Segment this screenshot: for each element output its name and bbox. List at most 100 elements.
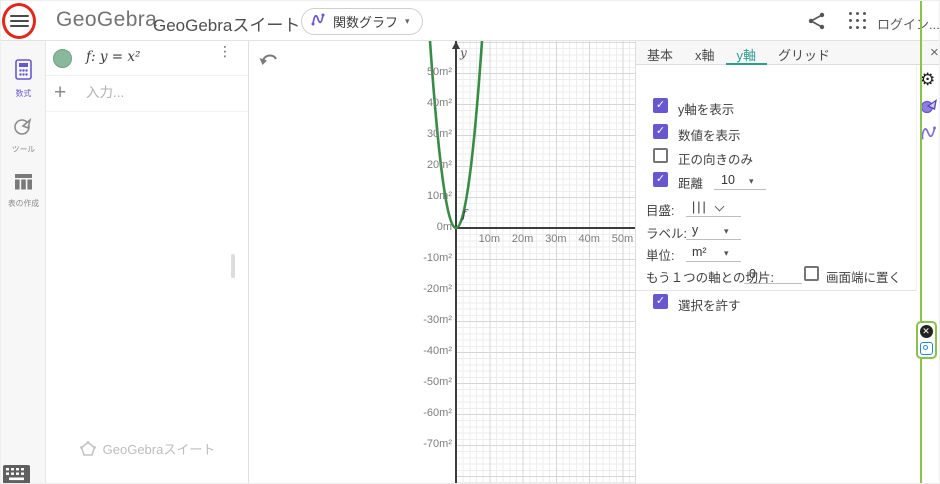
keyboard-toggle-button[interactable]: [3, 465, 33, 484]
tab-x軸[interactable]: x軸: [684, 41, 726, 65]
settings-panel: 基本x軸y軸グリッド × ✓ y軸を表示 ✓ 数値を表示 正の向きのみ ✓ 距離: [635, 41, 940, 484]
y-axis-label: y: [460, 46, 467, 60]
y-axis-settings: ✓ y軸を表示 ✓ 数値を表示 正の向きのみ ✓ 距離 10 ▾: [636, 65, 917, 291]
setting-cross-at: もう１つの軸との切片: 0 画面端に置く: [636, 264, 917, 284]
sidebar-item-label: 数式: [3, 87, 44, 98]
app-switcher-dropdown[interactable]: 関数グラフ ▾: [301, 8, 423, 35]
setting-label: 目盛:: [646, 200, 674, 219]
checkbox-distance[interactable]: ✓: [653, 172, 668, 187]
checkbox-show-axis[interactable]: ✓: [653, 98, 668, 113]
capture-widget: ✕: [916, 321, 937, 359]
login-button[interactable]: ログイン...: [877, 14, 940, 33]
capture-overlay-border: [920, 1, 922, 484]
sidebar-item-label: ツール: [3, 143, 44, 154]
algebra-row-f: f: y = x² ⋮: [46, 41, 248, 76]
setting-label: y軸を表示: [678, 99, 734, 118]
capture-record-icon[interactable]: [920, 342, 933, 355]
setting-show-numbers: ✓ 数値を表示: [636, 122, 917, 142]
setting-label: 画面端に置く: [826, 267, 901, 286]
geometry-view-icon[interactable]: [920, 98, 938, 119]
setting-label: 距離: [678, 173, 703, 192]
setting-unit: 単位: m² ▾: [636, 242, 917, 262]
checkbox-positive-only[interactable]: [653, 148, 668, 163]
algebra-panel: f: y = x² ⋮ + GeoGebraスイート: [46, 41, 249, 484]
sidebar-item-tools[interactable]: ツール: [1, 117, 46, 155]
checkbox-show-numbers[interactable]: ✓: [653, 124, 668, 139]
geogebra-app: GeoGebra GeoGebraスイート 関数グラフ ▾ ログイン... 数式: [0, 0, 940, 484]
y-tick-label: -60m²: [390, 407, 452, 419]
tab-基本[interactable]: 基本: [636, 41, 684, 65]
y-tick-label: 50m²: [390, 66, 452, 78]
setting-label: 単位:: [646, 245, 674, 264]
visibility-toggle-dot[interactable]: [53, 49, 72, 68]
y-tick-label: -70m²: [390, 438, 452, 450]
add-entry-button[interactable]: +: [54, 81, 66, 105]
setting-label: 選択を許す: [678, 295, 741, 314]
tab-y軸[interactable]: y軸: [726, 41, 768, 65]
sidebar-item-table[interactable]: 表の作成: [1, 173, 46, 209]
setting-show-axis: ✓ y軸を表示: [636, 96, 917, 116]
chevron-down-icon: ▾: [405, 16, 410, 27]
checkbox-allow-selection[interactable]: ✓: [653, 294, 668, 309]
curve-label: f: [462, 206, 467, 221]
sidebar-item-algebra[interactable]: 数式: [1, 59, 46, 99]
function-graph-view-icon[interactable]: [920, 125, 937, 145]
chevron-down-icon[interactable]: [715, 202, 725, 212]
tab-グリッド[interactable]: グリッド: [767, 41, 841, 65]
chevron-down-icon[interactable]: ▾: [724, 226, 729, 237]
row-menu-button[interactable]: ⋮: [218, 48, 226, 55]
x-tick-label: 50m: [603, 233, 637, 245]
y-tick-label: -30m²: [390, 314, 452, 326]
calculator-icon: [14, 67, 33, 84]
distance-value[interactable]: 10: [721, 173, 735, 187]
geogebra-pentagon-icon: [80, 441, 96, 457]
setting-distance: ✓ 距離 10 ▾: [636, 170, 917, 190]
setting-positive-only: 正の向きのみ: [636, 146, 917, 166]
function-graph-icon: [311, 12, 327, 31]
share-button[interactable]: [807, 11, 829, 31]
geogebra-logo: GeoGebra: [56, 8, 157, 32]
y-tick-label: 0m: [390, 221, 452, 233]
top-bar: GeoGebra GeoGebraスイート 関数グラフ ▾ ログイン...: [1, 1, 940, 41]
app-switcher-label: 関数グラフ: [333, 12, 398, 31]
algebra-input-row: +: [46, 76, 248, 112]
axis-label-value[interactable]: y: [692, 223, 698, 237]
apps-grid-button[interactable]: [849, 12, 867, 30]
tools-icon: [13, 123, 34, 140]
watermark-text: GeoGebraスイート: [103, 439, 216, 458]
y-tick-label: 30m²: [390, 128, 452, 140]
watermark: GeoGebraスイート: [46, 439, 249, 458]
left-view-rail: 数式 ツール 表の作成: [1, 41, 46, 484]
unit-value[interactable]: m²: [692, 245, 707, 259]
capture-close-icon[interactable]: ✕: [920, 325, 933, 338]
algebra-input[interactable]: [86, 85, 226, 100]
tick-style-value[interactable]: |||: [692, 200, 708, 214]
chevron-down-icon[interactable]: ▾: [724, 248, 729, 259]
hamburger-menu-button[interactable]: [10, 12, 29, 30]
close-settings-icon[interactable]: ×: [930, 44, 939, 61]
algebra-scrollbar-thumb[interactable]: [231, 254, 235, 278]
page-title: GeoGebraスイート: [153, 11, 300, 36]
chevron-down-icon[interactable]: ▾: [749, 176, 754, 187]
sidebar-item-label: 表の作成: [3, 197, 44, 208]
logo-text: GeoGebra: [56, 8, 157, 32]
setting-axis-label: ラベル: y ▾: [636, 220, 917, 240]
setting-label: ラベル:: [646, 223, 687, 242]
setting-tick-style: 目盛: |||: [636, 197, 917, 217]
y-tick-label: 10m²: [390, 190, 452, 202]
cross-at-input[interactable]: 0: [749, 267, 756, 281]
y-tick-label: -40m²: [390, 345, 452, 357]
formula-name: f:: [86, 49, 96, 65]
settings-gear-icon[interactable]: ⚙: [920, 70, 935, 90]
setting-allow-selection: ✓ 選択を許す: [636, 292, 917, 312]
y-tick-label: 20m²: [390, 159, 452, 171]
setting-label: 正の向きのみ: [678, 149, 753, 168]
y-tick-label: 40m²: [390, 97, 452, 109]
formula-text[interactable]: f: y = x²: [86, 49, 140, 65]
checkbox-stick-to-edge[interactable]: [804, 266, 819, 281]
setting-label: 数値を表示: [678, 125, 741, 144]
table-icon: [14, 177, 33, 194]
y-tick-label: -10m²: [390, 252, 452, 264]
graphics-view[interactable]: y f 50m² 40m² 30m² 20m² 10m² 0m -10m² -20m² -30m…: [249, 41, 636, 484]
y-tick-label: -20m²: [390, 283, 452, 295]
